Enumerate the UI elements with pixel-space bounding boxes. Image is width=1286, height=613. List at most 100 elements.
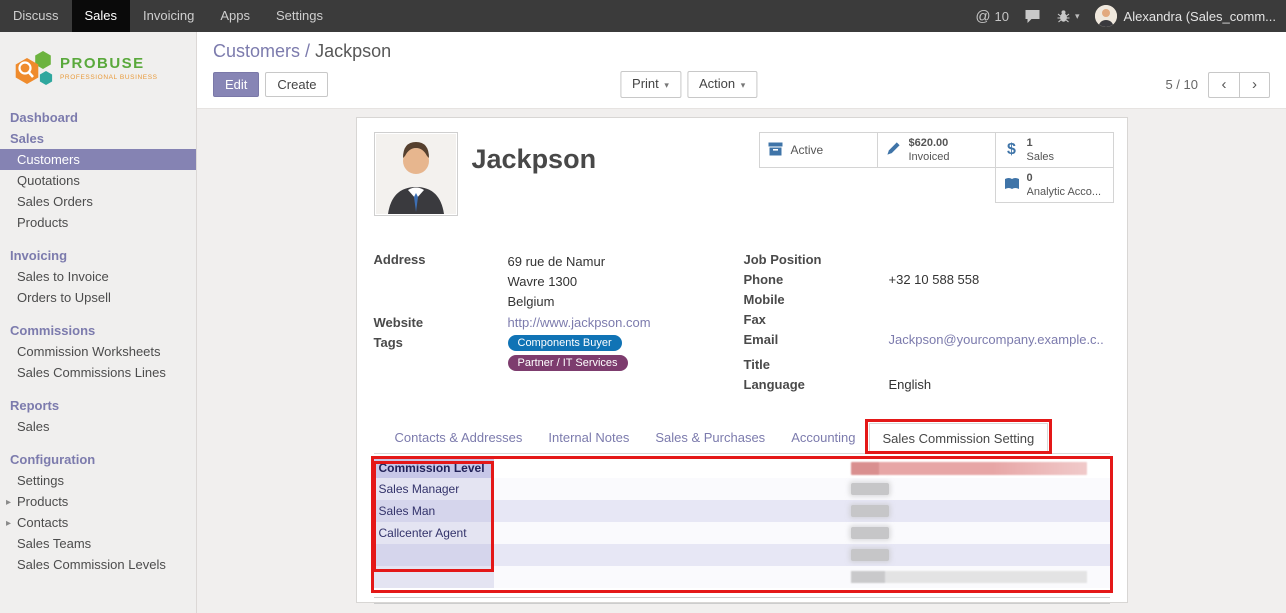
tab-sales-commission-setting[interactable]: Sales Commission Setting — [869, 423, 1049, 454]
bug-icon — [1056, 9, 1071, 24]
menu-discuss[interactable]: Discuss — [0, 0, 72, 32]
sidebar-item-orders-to-upsell[interactable]: Orders to Upsell — [0, 287, 196, 308]
sidebar-item-commission-worksheets[interactable]: Commission Worksheets — [0, 341, 196, 362]
sidebar-item-sales-orders[interactable]: Sales Orders — [0, 191, 196, 212]
messages-menu[interactable] — [1024, 8, 1041, 24]
print-label: Print — [632, 76, 659, 91]
app-logo[interactable]: PROBUSE PROFESSIONAL BUSINESS — [0, 32, 196, 107]
mentions-menu[interactable]: @ 10 — [975, 8, 1009, 25]
commission-level-cell: Callcenter Agent — [374, 522, 494, 544]
topbar: Discuss Sales Invoicing Apps Settings @ … — [0, 0, 1286, 32]
sidebar-section-reports[interactable]: Reports — [0, 395, 196, 416]
menu-sales[interactable]: Sales — [72, 0, 131, 32]
commission-level-cell — [374, 544, 494, 566]
tab-sales-purchases[interactable]: Sales & Purchases — [642, 423, 778, 453]
job-position-label: Job Position — [744, 252, 889, 269]
breadcrumb-customers-link[interactable]: Customers — [213, 41, 300, 61]
language-label: Language — [744, 377, 889, 394]
commission-level-cell: Sales Man — [374, 500, 494, 522]
sidebar-item-quotations[interactable]: Quotations — [0, 170, 196, 191]
tab-contacts-addresses[interactable]: Contacts & Addresses — [382, 423, 536, 453]
divider — [374, 597, 1110, 598]
pager-previous-button[interactable]: ‹ — [1208, 72, 1239, 98]
table-row[interactable]: Sales Man — [374, 500, 1110, 522]
breadcrumb-separator: / — [305, 41, 310, 61]
column-header-commission-level[interactable]: Commission Level — [374, 459, 494, 478]
customer-photo — [374, 132, 458, 216]
sidebar-item-products[interactable]: Products — [0, 212, 196, 233]
table-row[interactable]: Callcenter Agent — [374, 522, 1110, 544]
website-link[interactable]: http://www.jackpson.com — [508, 315, 651, 332]
stat-button-box: Active $620.00 Invoiced — [757, 132, 1114, 202]
print-dropdown-button[interactable]: Print ▾ — [620, 71, 681, 98]
logo-subtitle: PROFESSIONAL BUSINESS — [60, 74, 158, 81]
email-link[interactable]: Jackpson@yourcompany.example.c.. — [889, 332, 1104, 349]
sidebar-section-sales[interactable]: Sales — [0, 128, 196, 149]
sidebar-item-sales-commissions-lines[interactable]: Sales Commissions Lines — [0, 362, 196, 383]
debug-menu[interactable]: ▾ — [1056, 9, 1080, 24]
probuse-logo-icon — [12, 47, 54, 89]
sidebar-item-reports-sales[interactable]: Sales — [0, 416, 196, 437]
sidebar-item-sales-commission-levels[interactable]: Sales Commission Levels — [0, 554, 196, 575]
sidebar-item-customers[interactable]: Customers — [0, 149, 196, 170]
table-header-row: Commission Level — [374, 459, 1110, 478]
tab-accounting[interactable]: Accounting — [778, 423, 868, 453]
sidebar-item-settings[interactable]: Settings — [0, 470, 196, 491]
address-line-3: Belgium — [508, 292, 606, 312]
create-button[interactable]: Create — [265, 72, 328, 97]
divider — [374, 603, 1110, 604]
tag-partner-it-services: Partner / IT Services — [508, 355, 628, 371]
user-name: Alexandra (Sales_comm... — [1124, 9, 1276, 24]
tags-label: Tags — [374, 335, 508, 371]
sidebar-item-label: Contacts — [17, 515, 68, 530]
record-title: Jackpson — [472, 144, 597, 218]
table-row[interactable]: Sales Manager — [374, 478, 1110, 500]
sidebar-item-config-products[interactable]: ▸ Products — [0, 491, 196, 512]
tab-internal-notes[interactable]: Internal Notes — [535, 423, 642, 453]
form-view-background: Jackpson Active — [197, 109, 1286, 613]
action-dropdown-button[interactable]: Action ▾ — [687, 71, 757, 98]
address-label: Address — [374, 252, 508, 312]
caret-down-icon: ▾ — [664, 80, 669, 90]
menu-settings[interactable]: Settings — [263, 0, 336, 32]
invoiced-stat-button[interactable]: $620.00 Invoiced — [877, 132, 996, 168]
archive-toggle-icon — [766, 142, 786, 159]
mention-icon: @ — [975, 8, 990, 25]
breadcrumb-current: Jackpson — [315, 41, 391, 61]
edit-button[interactable]: Edit — [213, 72, 259, 97]
sidebar: PROBUSE PROFESSIONAL BUSINESS Dashboard … — [0, 32, 197, 613]
redacted-cell — [851, 505, 889, 517]
stat-value: 0 — [1027, 172, 1033, 184]
commission-table: Commission Level Sales Manager Sales Man… — [374, 459, 1110, 588]
menu-invoicing[interactable]: Invoicing — [130, 0, 207, 32]
main-area: Customers / Jackpson Edit Create Print ▾… — [197, 32, 1286, 613]
phone-value: +32 10 588 558 — [889, 272, 980, 289]
caret-down-icon: ▾ — [1075, 11, 1080, 22]
sidebar-section-dashboard[interactable]: Dashboard — [0, 107, 196, 128]
menu-apps[interactable]: Apps — [207, 0, 263, 32]
sales-stat-button[interactable]: $ 1 Sales — [995, 132, 1114, 168]
phone-label: Phone — [744, 272, 889, 289]
notebook-tabs: Contacts & Addresses Internal Notes Sale… — [374, 423, 1110, 454]
table-row[interactable] — [374, 566, 1110, 588]
book-icon — [1002, 177, 1022, 194]
email-label: Email — [744, 332, 889, 349]
sidebar-item-config-contacts[interactable]: ▸ Contacts — [0, 512, 196, 533]
address-line-1: 69 rue de Namur — [508, 252, 606, 272]
table-row[interactable] — [374, 544, 1110, 566]
breadcrumb: Customers / Jackpson — [213, 41, 1270, 62]
active-stat-button[interactable]: Active — [759, 132, 878, 168]
redacted-header-area — [851, 462, 1087, 475]
caret-down-icon: ▾ — [741, 80, 746, 90]
sidebar-section-invoicing[interactable]: Invoicing — [0, 245, 196, 266]
pager-next-button[interactable]: › — [1239, 72, 1270, 98]
title-label: Title — [744, 357, 889, 374]
sidebar-section-configuration[interactable]: Configuration — [0, 449, 196, 470]
sidebar-item-sales-teams[interactable]: Sales Teams — [0, 533, 196, 554]
sidebar-section-commissions[interactable]: Commissions — [0, 320, 196, 341]
analytic-accounts-stat-button[interactable]: 0 Analytic Acco... — [995, 167, 1114, 203]
chevron-right-icon: ▸ — [6, 516, 11, 531]
sidebar-item-sales-to-invoice[interactable]: Sales to Invoice — [0, 266, 196, 287]
commission-level-cell — [374, 566, 494, 588]
user-menu[interactable]: Alexandra (Sales_comm... — [1095, 5, 1276, 27]
